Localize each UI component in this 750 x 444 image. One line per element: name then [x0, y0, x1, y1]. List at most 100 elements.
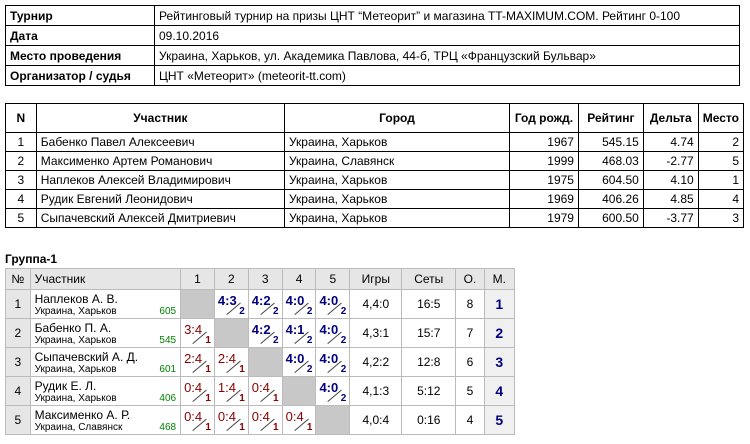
place-cell: 3: [483, 347, 516, 377]
player-rating: 605: [159, 306, 177, 317]
participant-cell: 545.15: [577, 132, 644, 152]
col-header: Участник: [29, 268, 182, 290]
participant-cell: Украина, Харьков: [283, 208, 511, 228]
points-cell: 4: [455, 405, 485, 435]
match-score: 4:2: [251, 322, 271, 337]
participant-cell: 4: [697, 189, 745, 209]
col-header: Игры: [349, 268, 403, 290]
player-city: Украина, Харьков: [34, 335, 117, 346]
col-header: 2: [213, 268, 249, 290]
col-header: Год рожд.: [509, 103, 579, 133]
participant-cell: 5: [5, 208, 37, 228]
info-key: Место проведения: [5, 45, 155, 66]
match-points: 1: [205, 393, 211, 404]
games-cell: 4,0:4: [349, 405, 403, 435]
place-cell: 5: [483, 405, 516, 435]
player-rating: 468: [159, 422, 177, 433]
match-score: 0:4: [285, 409, 304, 424]
group-row: 1 Наплеков А. В. Украина, Харьков 605 4:3 2 4:…: [5, 289, 516, 319]
match-points: 1: [239, 393, 245, 404]
self-match-cell: [315, 405, 351, 435]
participant-cell: Сыпачевский Алексей Дмитриевич: [35, 208, 285, 228]
player-city: Украина, Харьков: [34, 306, 117, 317]
match-score: 4:2: [251, 293, 271, 308]
group-row: 3 Сыпачевский А. Д. Украина, Харьков 601 2:4…: [5, 347, 516, 377]
match-points: 2: [306, 335, 313, 346]
match-result-cell: 4:0 2: [281, 347, 317, 377]
match-result-cell: 4:0 2: [281, 289, 317, 319]
participant-cell: 1999: [509, 151, 579, 171]
games-cell: 4,1:3: [349, 376, 403, 406]
info-key: Дата: [5, 25, 155, 46]
col-header: О.: [455, 268, 485, 290]
player-city: Украина, Харьков: [34, 393, 117, 404]
participant-cell: 3: [5, 170, 37, 190]
participant-cell: 1969: [509, 189, 579, 209]
group-row-number: 4: [5, 376, 31, 406]
match-result-cell: 4:0 2: [315, 347, 351, 377]
match-points: 2: [340, 364, 347, 375]
group-row-number: 1: [5, 289, 31, 319]
participant-cell: Украина, Харьков: [283, 170, 511, 190]
col-header: М.: [483, 268, 516, 290]
player-name: Сыпачевский А. Д.: [34, 350, 139, 364]
player-name: Бабенко П. А.: [34, 321, 112, 335]
points-cell: 8: [455, 289, 485, 319]
player-name: Рудик Е. Л.: [34, 379, 97, 393]
col-header: Место: [697, 103, 745, 133]
participant-cell: 600.50: [577, 208, 644, 228]
participant-cell: 468.03: [577, 151, 644, 171]
info-key: Организатор / судья: [5, 65, 155, 86]
participants-header-row: N Участник Город Год рожд. Рейтинг Дельт…: [5, 103, 745, 133]
match-points: 1: [239, 422, 245, 433]
participant-cell: Украина, Харьков: [283, 189, 511, 209]
points-cell: 5: [455, 376, 485, 406]
participant-cell: 3: [697, 208, 745, 228]
participant-cell: 4.85: [642, 189, 699, 209]
info-value: 09.10.2016: [154, 25, 740, 46]
place-cell: 1: [483, 289, 516, 319]
participant-row: 4 Рудик Евгений Леонидович Украина, Харько…: [5, 189, 745, 209]
info-value: Рейтинговый турнир на призы ЦНТ “Метеори…: [154, 5, 740, 26]
match-result-cell: 0:4 1: [247, 376, 283, 406]
player-rating: 406: [159, 393, 177, 404]
match-score: 4:3: [217, 293, 237, 308]
self-match-cell: [213, 318, 249, 348]
sets-cell: 5:12: [401, 376, 457, 406]
col-header: №: [5, 268, 31, 290]
match-result-cell: 0:4 1: [180, 405, 215, 435]
match-result-cell: 1:4 1: [213, 376, 249, 406]
participant-cell: Максименко Артем Романович: [35, 151, 285, 171]
participant-cell: 5: [697, 151, 745, 171]
info-row-venue: Место проведения Украина, Харьков, ул. А…: [5, 45, 740, 66]
player-city: Украина, Харьков: [34, 364, 117, 375]
match-result-cell: 0:4 1: [247, 405, 283, 435]
self-match-cell: [180, 289, 215, 319]
participant-cell: 4.10: [642, 170, 699, 190]
match-score: 2:4: [184, 351, 203, 366]
participant-cell: -2.77: [642, 151, 699, 171]
participant-cell: Бабенко Павел Алексеевич: [35, 132, 285, 152]
match-score: 3:4: [184, 322, 203, 337]
player-name: Наплеков А. В.: [34, 292, 118, 306]
participant-cell: Украина, Харьков: [283, 132, 511, 152]
group-player-cell: Максименко А. Р. Украина, Славянск 468: [29, 405, 182, 435]
group-title: Группа-1: [5, 252, 58, 266]
match-points: 1: [239, 364, 245, 375]
col-header: Город: [283, 103, 511, 133]
match-score: 0:4: [251, 409, 270, 424]
match-points: 2: [340, 393, 347, 404]
col-header: Участник: [35, 103, 285, 133]
participant-row: 1 Бабенко Павел Алексеевич Украина, Харько…: [5, 132, 745, 152]
participant-cell: 4: [5, 189, 37, 209]
participant-cell: 406.26: [577, 189, 644, 209]
player-rating: 601: [159, 364, 177, 375]
info-row-organizer: Организатор / судья ЦНТ «Метеорит» (mete…: [5, 65, 740, 86]
match-result-cell: 4:2 2: [247, 289, 283, 319]
participant-cell: -3.77: [642, 208, 699, 228]
sets-cell: 15:7: [401, 318, 457, 348]
match-score: 0:4: [184, 409, 203, 424]
participant-cell: 1979: [509, 208, 579, 228]
match-result-cell: 4:0 2: [315, 376, 351, 406]
match-points: 1: [205, 422, 211, 433]
